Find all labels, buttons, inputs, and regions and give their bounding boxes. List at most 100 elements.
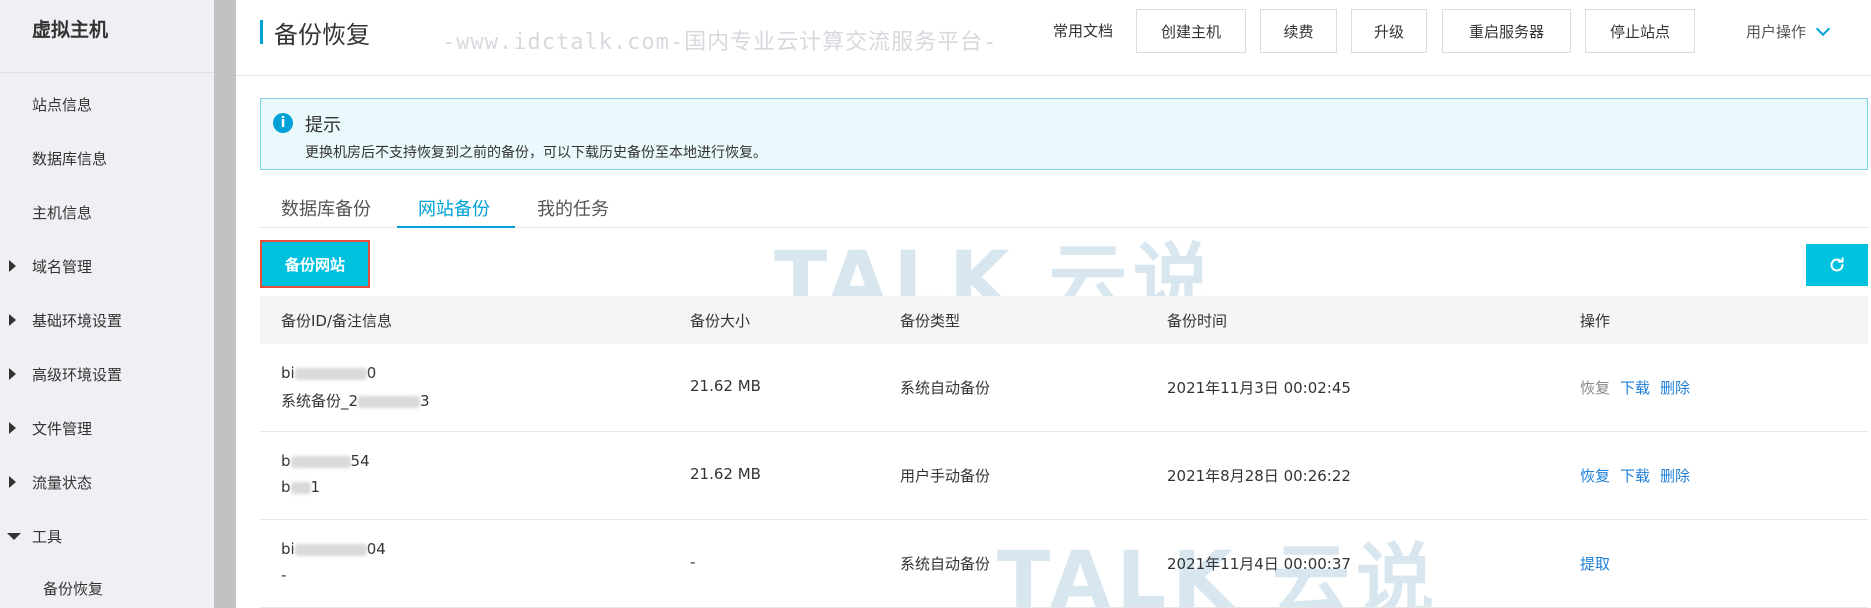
refresh-icon: [1830, 257, 1844, 272]
column-header-actions: 操作: [1580, 312, 1611, 330]
caret-right-icon: [9, 422, 16, 434]
sidebar-item-label: 流量状态: [32, 473, 93, 492]
sidebar-item-file-management[interactable]: 文件管理: [0, 408, 214, 448]
sidebar-item-basic-env-settings[interactable]: 基础环境设置: [0, 300, 214, 340]
sidebar-item-host-info[interactable]: 主机信息: [0, 192, 214, 232]
backup-id: bi 0: [281, 364, 376, 382]
backup-type: 用户手动备份: [900, 467, 991, 485]
notice-title: 提示: [305, 115, 341, 136]
tip-notice: i 提示 更换机房后不支持恢复到之前的备份，可以下载历史备份至本地进行恢复。: [260, 98, 1868, 170]
caret-down-icon: [7, 533, 21, 540]
page-title: 备份恢复: [274, 21, 370, 49]
delete-link[interactable]: 删除: [1660, 467, 1690, 485]
backup-note-prefix: -: [281, 566, 287, 584]
redacted-blur: [294, 543, 367, 556]
backup-id: bi 04: [281, 540, 386, 558]
restart-server-button[interactable]: 重启服务器: [1442, 9, 1571, 53]
restore-link[interactable]: 恢复: [1580, 467, 1610, 485]
caret-right-icon: [9, 368, 16, 380]
backup-id: b 54: [281, 452, 370, 470]
sidebar-item-tools[interactable]: 工具: [0, 516, 214, 556]
title-accent-bar: [260, 20, 263, 44]
backup-time: 2021年8月28日 00:26:22: [1167, 467, 1351, 485]
column-header-id: 备份ID/备注信息: [281, 312, 393, 330]
sidebar-item-label: 备份恢复: [43, 579, 104, 598]
download-link[interactable]: 下载: [1620, 467, 1650, 485]
table-row: b 54 b1 21.62 MB 用户手动备份 2021年8月28日 00:26:…: [260, 432, 1868, 520]
redacted-blur: [290, 455, 351, 468]
extract-link[interactable]: 提取: [1580, 555, 1610, 573]
backup-type: 系统自动备份: [900, 555, 991, 573]
refresh-button[interactable]: [1806, 244, 1868, 286]
sidebar-item-traffic-status[interactable]: 流量状态: [0, 462, 214, 502]
backup-note-prefix: b: [281, 478, 291, 496]
sidebar-divider: [0, 72, 214, 73]
user-operations-label: 用户操作: [1746, 23, 1807, 41]
sidebar-item-label: 文件管理: [32, 419, 93, 438]
column-header-time: 备份时间: [1167, 312, 1228, 330]
tab-database-backup[interactable]: 数据库备份: [281, 195, 371, 221]
backup-note-suffix: 1: [310, 478, 321, 496]
create-host-button[interactable]: 创建主机: [1136, 9, 1246, 53]
column-header-size: 备份大小: [690, 312, 751, 330]
sidebar-item-domain-management[interactable]: 域名管理: [0, 246, 214, 286]
renew-button[interactable]: 续费: [1260, 9, 1337, 53]
backup-type: 系统自动备份: [900, 379, 991, 397]
column-header-type: 备份类型: [900, 312, 961, 330]
tab-my-tasks[interactable]: 我的任务: [537, 195, 609, 221]
backup-time: 2021年11月3日 00:02:45: [1167, 379, 1351, 397]
sidebar-item-label: 数据库信息: [32, 149, 108, 168]
sidebar-item-backup-restore[interactable]: 备份恢复: [0, 568, 214, 608]
backup-id-suffix: 0: [366, 364, 377, 382]
redacted-blur: [294, 367, 367, 380]
sidebar-item-label: 高级环境设置: [32, 365, 123, 384]
user-operations-menu[interactable]: 用户操作: [1746, 21, 1831, 42]
stop-site-button[interactable]: 停止站点: [1585, 9, 1695, 53]
row-actions: 恢复 下载 删除: [1580, 377, 1700, 398]
sidebar-item-site-info[interactable]: 站点信息: [0, 84, 214, 124]
redacted-blur: [358, 395, 421, 408]
restore-link[interactable]: 恢复: [1580, 379, 1610, 397]
sidebar-item-database-info[interactable]: 数据库信息: [0, 138, 214, 178]
sidebar-item-advanced-env-settings[interactable]: 高级环境设置: [0, 354, 214, 394]
backup-size: 21.62 MB: [690, 465, 761, 483]
backup-site-button[interactable]: 备份网站: [260, 240, 370, 288]
backup-id-suffix: 54: [350, 452, 370, 470]
row-actions: 提取: [1580, 553, 1620, 574]
caret-right-icon: [9, 314, 16, 326]
info-icon: i: [273, 113, 293, 133]
page-header: 备份恢复 常用文档 创建主机 续费 升级 重启服务器 停止站点 用户操作: [236, 0, 1871, 76]
table-header: 备份ID/备注信息 备份大小 备份类型 备份时间 操作: [260, 296, 1868, 344]
table-row: bi 04 - - 系统自动备份 2021年11月4日 00:00:37 提取: [260, 520, 1868, 608]
sidebar-item-label: 站点信息: [32, 95, 93, 114]
backup-id-suffix: 04: [366, 540, 386, 558]
active-tab-indicator: [397, 226, 515, 228]
upgrade-button[interactable]: 升级: [1351, 9, 1427, 53]
sidebar-item-label: 工具: [32, 527, 63, 546]
backup-note-prefix: 系统备份_2: [281, 392, 359, 410]
download-link[interactable]: 下载: [1620, 379, 1650, 397]
backup-note-suffix: 3: [420, 392, 430, 410]
sidebar-scrollbar[interactable]: [214, 0, 236, 608]
sidebar-title: 虚拟主机: [32, 19, 109, 41]
sidebar: 虚拟主机 站点信息 数据库信息 主机信息 域名管理 基础环境设置 高级环境设置 …: [0, 0, 214, 608]
backup-size: -: [690, 553, 696, 571]
chevron-down-icon: [1815, 21, 1831, 36]
caret-right-icon: [9, 476, 16, 488]
delete-link[interactable]: 删除: [1660, 379, 1690, 397]
sidebar-item-label: 域名管理: [32, 257, 93, 276]
caret-right-icon: [9, 260, 16, 272]
common-docs-link[interactable]: 常用文档: [1053, 20, 1113, 41]
backup-note: b1: [281, 478, 320, 496]
backup-tabs: 数据库备份 网站备份 我的任务: [260, 190, 1868, 228]
tab-site-backup[interactable]: 网站备份: [418, 195, 490, 221]
redacted-blur: [290, 481, 311, 494]
row-actions: 恢复 下载 删除: [1580, 465, 1700, 486]
backup-note: -: [281, 566, 286, 584]
table-row: bi 0 系统备份_2 3 21.62 MB 系统自动备份 2021年11月3日 0…: [260, 344, 1868, 432]
backup-id-prefix: b: [281, 452, 291, 470]
backup-id-prefix: bi: [281, 540, 295, 558]
backup-size: 21.62 MB: [690, 377, 761, 395]
backup-time: 2021年11月4日 00:00:37: [1167, 555, 1351, 573]
notice-text: 更换机房后不支持恢复到之前的备份，可以下载历史备份至本地进行恢复。: [305, 145, 767, 161]
